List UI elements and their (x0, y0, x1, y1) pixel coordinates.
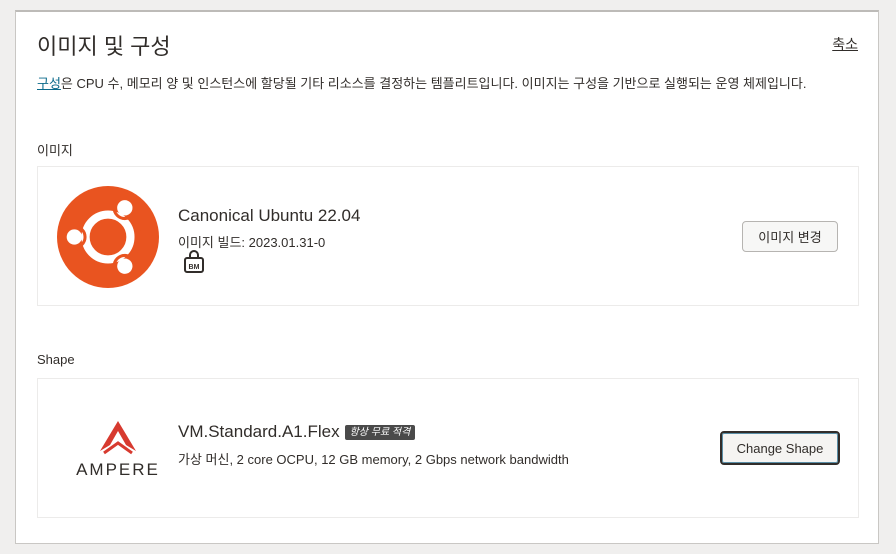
description-text: 은 CPU 수, 메모리 양 및 인스턴스에 할당될 기타 리소스를 결정하는 … (60, 76, 807, 91)
image-and-shape-panel: 이미지 및 구성 축소 구성은 CPU 수, 메모리 양 및 인스턴스에 할당될… (15, 10, 879, 544)
change-shape-button[interactable]: Change Shape (720, 431, 840, 465)
shape-name-row: VM.Standard.A1.Flex 항상 무료 적격 (178, 422, 416, 442)
always-free-badge: 항상 무료 적격 (344, 425, 416, 440)
image-name: Canonical Ubuntu 22.04 (178, 206, 361, 225)
ampere-logo-text: AMPERE (76, 460, 160, 479)
ubuntu-logo-icon (57, 186, 159, 288)
shape-help-link[interactable]: 구성 (37, 76, 61, 91)
collapse-link[interactable]: 축소 (832, 34, 858, 54)
shape-card: AMPERE VM.Standard.A1.Flex 항상 무료 적격 가상 머신… (37, 378, 859, 518)
panel-title: 이미지 및 구성 (37, 34, 171, 59)
ampere-logo-icon: AMPERE (76, 421, 160, 479)
image-build: 이미지 빌드: 2023.01.31-0 (178, 235, 326, 250)
change-image-button[interactable]: 이미지 변경 (742, 221, 838, 252)
bare-metal-icon: BM (184, 250, 204, 273)
image-card: Canonical Ubuntu 22.04 이미지 빌드: 2023.01.3… (37, 166, 859, 306)
image-section-label: 이미지 (37, 143, 73, 158)
shape-section-label: Shape (37, 352, 75, 367)
panel-description: 구성은 CPU 수, 메모리 양 및 인스턴스에 할당될 기타 리소스를 결정하… (37, 75, 857, 93)
svg-text:BM: BM (189, 264, 200, 271)
shape-name: VM.Standard.A1.Flex (178, 422, 340, 441)
shape-details: 가상 머신, 2 core OCPU, 12 GB memory, 2 Gbps… (178, 452, 569, 467)
